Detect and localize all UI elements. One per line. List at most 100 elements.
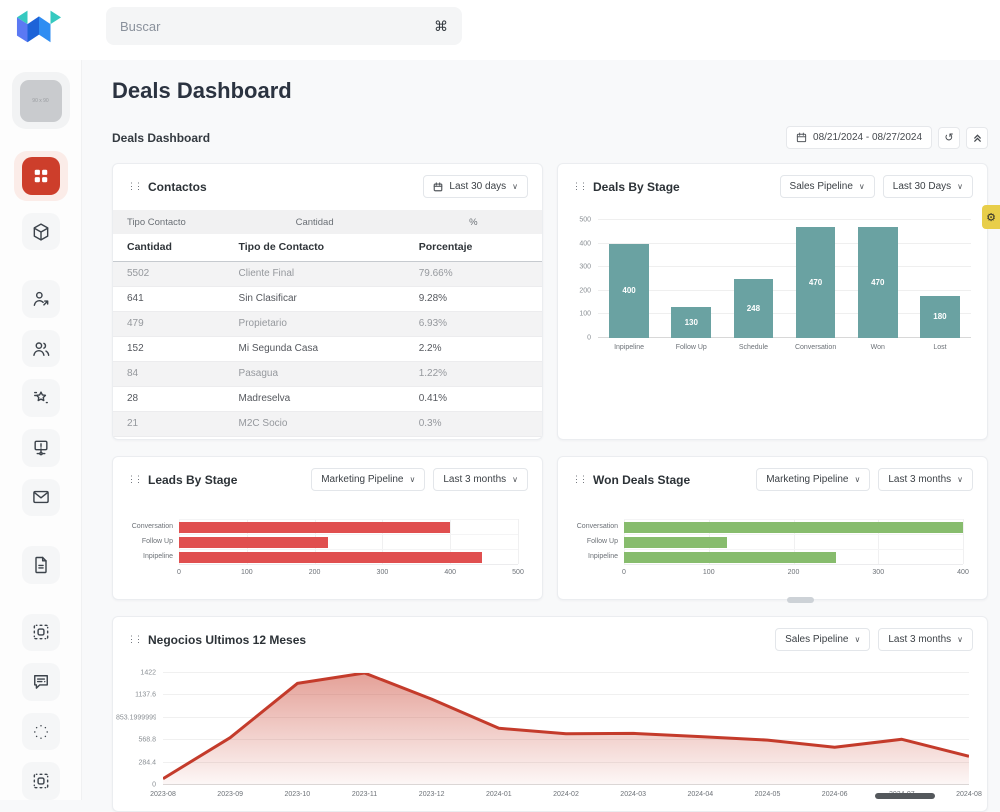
x-tick-label: Won (847, 338, 909, 351)
category-label: Follow Up (562, 534, 624, 549)
x-tick-label: 2024-08 (956, 791, 982, 798)
avatar-placeholder: 90 x 90 (20, 80, 62, 122)
card-title: Deals By Stage (593, 180, 780, 194)
bar-value-label: 400 (622, 286, 635, 295)
sidebar-item-users[interactable] (22, 330, 60, 368)
gridline (518, 519, 519, 564)
table-row: 5502Cliente Final79.66% (113, 261, 542, 286)
sidebar-item-scan-2[interactable] (22, 762, 60, 800)
leads-time-filter[interactable]: Last 3 months ∨ (433, 468, 528, 491)
table-cell: Pasagua (225, 361, 405, 386)
y-tick-label: 1137.6 (135, 692, 156, 699)
y-tick-label: 853.1999999 (116, 714, 156, 721)
table-cell: 79.66% (405, 261, 542, 286)
y-tick-label: 400 (579, 240, 591, 247)
sidebar-item-screen[interactable] (22, 429, 60, 467)
dashboard-grid-icon (31, 166, 51, 186)
search-input[interactable] (120, 19, 434, 34)
filter-label: Last 30 days (449, 181, 506, 192)
sidebar-item-award[interactable] (22, 379, 60, 417)
x-axis: 2023-082023-092023-102023-112023-122024-… (163, 785, 969, 801)
drag-handle-icon[interactable]: ⋮⋮ (572, 182, 586, 191)
chevron-down-icon: ∨ (512, 475, 518, 484)
bar: 470 (796, 227, 836, 338)
avatar[interactable]: 90 x 90 (12, 72, 70, 129)
drag-handle-icon[interactable]: ⋮⋮ (127, 635, 141, 644)
chevron-down-icon: ∨ (854, 635, 860, 644)
table-cell: 28 (113, 386, 225, 411)
table-cell: 479 (113, 311, 225, 336)
bar (624, 522, 963, 533)
toolbar-actions: 08/21/2024 - 08/27/2024 ↺ (786, 126, 988, 149)
contactos-time-filter[interactable]: Last 30 days ∨ (423, 175, 528, 198)
bar: 400 (609, 244, 649, 338)
bar-column: 400 (598, 220, 660, 338)
bar (179, 522, 450, 533)
page-title: Deals Dashboard (112, 78, 988, 104)
app-logo[interactable] (16, 8, 62, 49)
meta-col: Tipo Contacto (113, 210, 225, 234)
table-row: 641Sin Clasificar9.28% (113, 286, 542, 311)
filter-label: Last 3 months (443, 474, 506, 485)
deals-time-filter[interactable]: Last 30 Days ∨ (883, 175, 973, 198)
sidebar-item-sparkle[interactable] (22, 713, 60, 751)
won-pipeline-filter[interactable]: Marketing Pipeline ∨ (756, 468, 870, 491)
x-tick-label: 400 (444, 569, 456, 576)
column-header: Cantidad (113, 234, 225, 261)
bar-column: 470 (847, 220, 909, 338)
main-content: Deals Dashboard Deals Dashboard 08/21/20… (82, 60, 1000, 800)
sidebar-item-document[interactable] (22, 546, 60, 584)
table-cell: 0.41% (405, 386, 542, 411)
horizontal-scrollbar-thumb-small[interactable] (787, 597, 814, 603)
calendar-icon (433, 182, 443, 192)
x-tick-label: 2023-11 (352, 791, 377, 798)
drag-handle-icon[interactable]: ⋮⋮ (127, 475, 141, 484)
area-series (163, 673, 969, 785)
sidebar-item-user-plus[interactable] (22, 280, 60, 318)
bar: 130 (671, 307, 711, 338)
x-tick-label: 500 (512, 569, 524, 576)
x-tick-label: Inpipeline (598, 338, 660, 351)
y-axis: 0100200300400500 (564, 220, 598, 338)
user-plus-icon (31, 289, 51, 309)
negocios-pipeline-filter[interactable]: Sales Pipeline ∨ (775, 628, 870, 651)
x-tick-label: 200 (788, 569, 800, 576)
bar (624, 537, 727, 548)
sidebar-item-mail[interactable] (22, 479, 60, 517)
leads-pipeline-filter[interactable]: Marketing Pipeline ∨ (311, 468, 425, 491)
bar-value-label: 470 (871, 278, 884, 287)
card-deals-header: ⋮⋮ Deals By Stage Sales Pipeline ∨ Last … (558, 164, 987, 206)
collapse-button[interactable] (966, 127, 988, 149)
x-tick-label: 2024-06 (822, 791, 848, 798)
table-cell: 641 (113, 286, 225, 311)
contactos-table: Tipo Contacto Cantidad % Cantidad Tipo d… (113, 210, 542, 437)
category-label: Conversation (562, 519, 624, 534)
negocios-time-filter[interactable]: Last 3 months ∨ (878, 628, 973, 651)
card-won-deals-stage: ⋮⋮ Won Deals Stage Marketing Pipeline ∨ … (557, 456, 988, 600)
category-label: Inpipeline (117, 549, 179, 564)
chevrons-up-icon (972, 132, 983, 143)
date-range-picker[interactable]: 08/21/2024 - 08/27/2024 (786, 126, 932, 149)
drag-handle-icon[interactable]: ⋮⋮ (127, 182, 141, 191)
x-tick-label: 2024-01 (486, 791, 512, 798)
horizontal-scrollbar-thumb[interactable] (875, 793, 935, 799)
drag-handle-icon[interactable]: ⋮⋮ (572, 475, 586, 484)
calendar-icon (796, 132, 807, 143)
won-time-filter[interactable]: Last 3 months ∨ (878, 468, 973, 491)
card-title: Won Deals Stage (593, 473, 756, 487)
x-axis: InpipelineFollow UpScheduleConversationW… (598, 338, 971, 351)
card-contactos-header: ⋮⋮ Contactos Last 30 days ∨ (113, 164, 542, 206)
avatar-placeholder-text: 90 x 90 (32, 98, 48, 104)
widget-settings-button[interactable]: ⚙ (982, 205, 1000, 229)
table-cell: Sin Clasificar (225, 286, 405, 311)
sidebar-item-chat[interactable] (22, 663, 60, 701)
sidebar-item-scan[interactable] (22, 614, 60, 652)
y-axis: 0284.4568.8853.19999991137.61422 (115, 673, 163, 785)
logo-icon (16, 8, 62, 44)
x-tick-label: 2023-12 (419, 791, 445, 798)
deals-pipeline-filter[interactable]: Sales Pipeline ∨ (780, 175, 875, 198)
sidebar-item-dashboard[interactable] (22, 157, 60, 195)
sidebar-item-box[interactable] (22, 213, 60, 251)
refresh-history-button[interactable]: ↺ (938, 127, 960, 149)
x-tick-label: 300 (872, 569, 884, 576)
